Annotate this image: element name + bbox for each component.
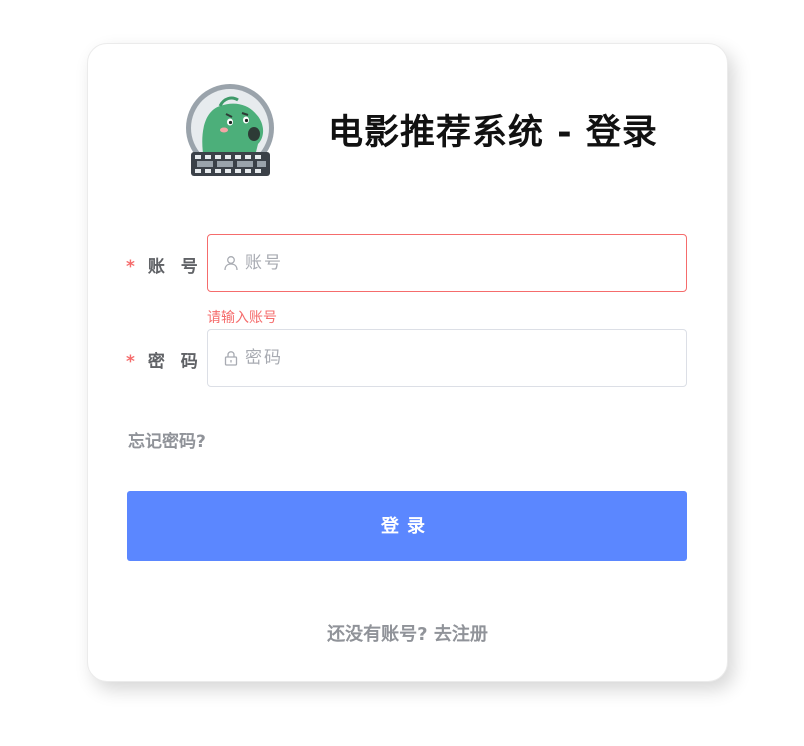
page-title: 电影推荐系统 - 登录 <box>328 113 658 153</box>
password-label-text: 密 码 <box>147 352 203 372</box>
user-icon <box>223 255 239 271</box>
register-link[interactable]: 还没有账号? 去注册 <box>88 620 727 646</box>
login-button[interactable]: 登录 <box>127 491 687 561</box>
account-label: * 账 号 <box>126 252 203 277</box>
account-input[interactable] <box>245 253 665 273</box>
dinosaur-film-logo-icon <box>184 82 278 180</box>
forgot-password-link[interactable]: 忘记密码? <box>128 427 206 452</box>
account-label-text: 账 号 <box>147 257 203 277</box>
password-input[interactable] <box>245 348 665 368</box>
login-card: 电影推荐系统 - 登录 * 账 号 请输入账号 * 密 码 忘记密码? 登录 <box>87 43 728 682</box>
required-mark: * <box>126 257 135 277</box>
password-label: * 密 码 <box>126 347 203 372</box>
required-mark: * <box>126 352 135 372</box>
account-field[interactable] <box>207 234 687 292</box>
account-error-message: 请输入账号 <box>207 310 277 326</box>
lock-icon <box>223 350 239 366</box>
password-field[interactable] <box>207 329 687 387</box>
